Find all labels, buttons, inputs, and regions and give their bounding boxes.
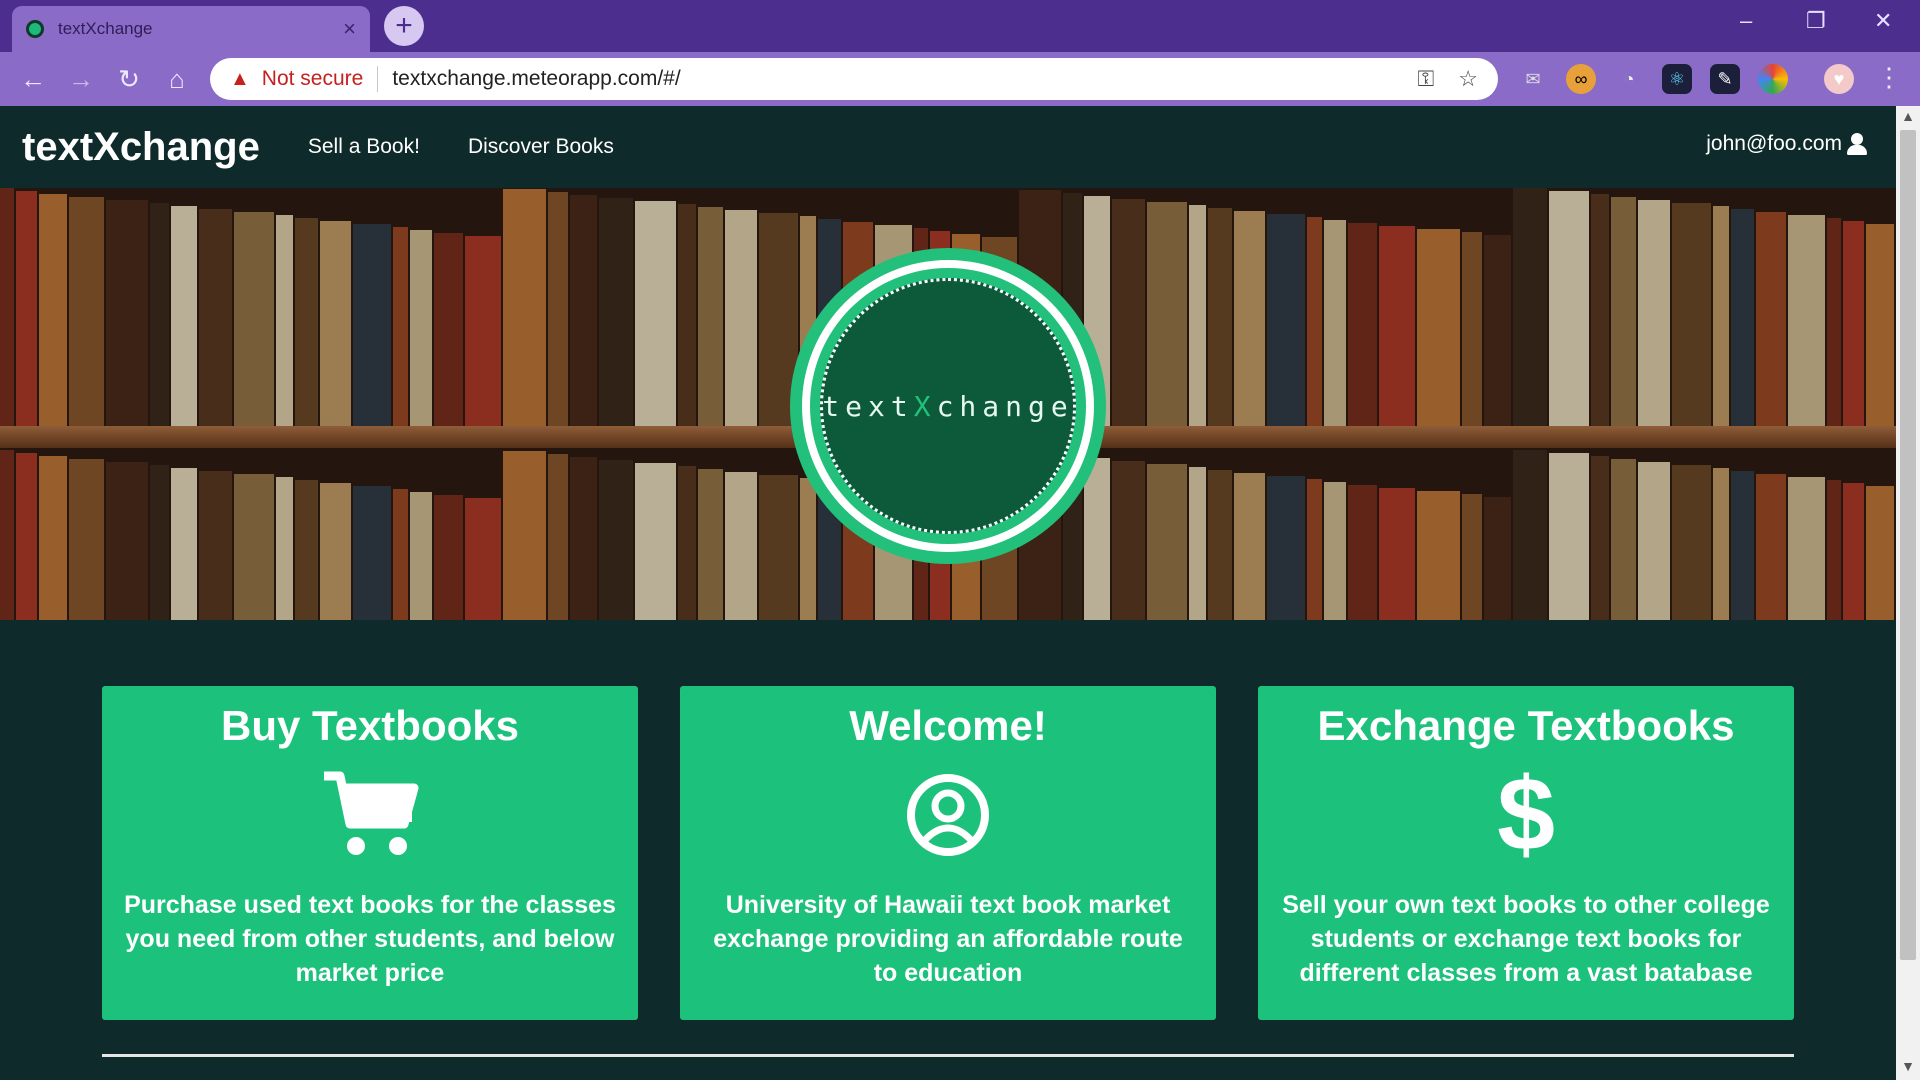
divider [377, 66, 379, 92]
logo-text: textXchange [822, 389, 1074, 423]
nav-sell-book[interactable]: Sell a Book! [308, 135, 420, 159]
user-circle-icon [680, 760, 1216, 870]
glasses-extension-icon[interactable]: ∞ [1566, 64, 1596, 94]
back-icon[interactable]: ← [16, 62, 50, 96]
star-icon[interactable]: ☆ [1458, 66, 1478, 92]
card-text: Purchase used text books for the classes… [124, 891, 616, 987]
tab-title: textXchange [58, 19, 153, 38]
nav-discover-books[interactable]: Discover Books [468, 135, 614, 159]
color-extension-icon[interactable] [1758, 64, 1788, 94]
profile-avatar-icon[interactable]: ♥ [1824, 64, 1854, 94]
welcome-card: Welcome! University of Hawaii text book … [680, 686, 1216, 1020]
user-icon [1846, 133, 1868, 155]
home-icon[interactable]: ⌂ [160, 62, 194, 96]
address-bar[interactable]: ▲ Not secure textxchange.meteorapp.com/#… [210, 58, 1498, 100]
site-logo: textXchange [790, 248, 1106, 564]
forward-icon[interactable]: → [64, 62, 98, 96]
new-tab-button[interactable]: + [384, 6, 424, 46]
devtools-extension-icon[interactable]: ✎ [1710, 64, 1740, 94]
react-extension-icon[interactable]: ⚛ [1662, 64, 1692, 94]
card-text: University of Hawaii text book market ex… [713, 891, 1183, 987]
scrollbar-thumb[interactable] [1900, 130, 1916, 960]
close-window-icon[interactable]: ✕ [1874, 8, 1892, 34]
card-title: Buy Textbooks [221, 702, 519, 749]
key-icon[interactable]: ⚿ [1418, 66, 1435, 92]
buy-textbooks-card: Buy Textbooks Purchase used text books f… [102, 686, 638, 1020]
footer-divider [102, 1054, 1794, 1057]
browser-tab[interactable]: textXchange × [12, 6, 370, 52]
not-secure-label[interactable]: Not secure [262, 67, 364, 91]
card-title: Exchange Textbooks [1317, 702, 1735, 749]
dollar-icon: $ [1497, 757, 1555, 873]
card-title: Welcome! [849, 702, 1047, 749]
card-text: Sell your own text books to other colleg… [1282, 891, 1770, 987]
browser-menu-icon[interactable]: ⋮ [1876, 62, 1902, 93]
close-tab-icon[interactable]: × [343, 16, 356, 42]
exchange-textbooks-card: Exchange Textbooks $ Sell your own text … [1258, 686, 1794, 1020]
user-menu[interactable]: john@foo.com [1706, 132, 1868, 156]
browser-toolbar: ← → ↻ ⌂ ▲ Not secure textxchange.meteora… [0, 52, 1920, 106]
clock-extension-icon[interactable]: ◔ [1614, 64, 1644, 94]
restore-icon[interactable]: ❐ [1806, 8, 1826, 34]
cart-icon [102, 760, 638, 870]
favicon-icon [26, 20, 44, 38]
warning-icon: ▲ [230, 67, 250, 90]
site-brand[interactable]: textXchange [22, 125, 260, 170]
reload-icon[interactable]: ↻ [112, 62, 146, 96]
site-navbar: textXchange Sell a Book! Discover Books … [0, 106, 1896, 188]
browser-titlebar: textXchange × + – ❐ ✕ [0, 0, 1920, 52]
hero-banner: textXchange [0, 188, 1896, 620]
minimize-icon[interactable]: – [1740, 8, 1752, 34]
mail-extension-icon[interactable]: ✉ [1518, 64, 1548, 94]
url-text[interactable]: textxchange.meteorapp.com/#/ [392, 67, 1393, 91]
scroll-down-icon[interactable]: ▼ [1898, 1058, 1918, 1078]
page-content: textXchange Sell a Book! Discover Books … [0, 106, 1896, 1080]
user-email: john@foo.com [1706, 132, 1842, 155]
scroll-up-icon[interactable]: ▲ [1898, 108, 1918, 128]
